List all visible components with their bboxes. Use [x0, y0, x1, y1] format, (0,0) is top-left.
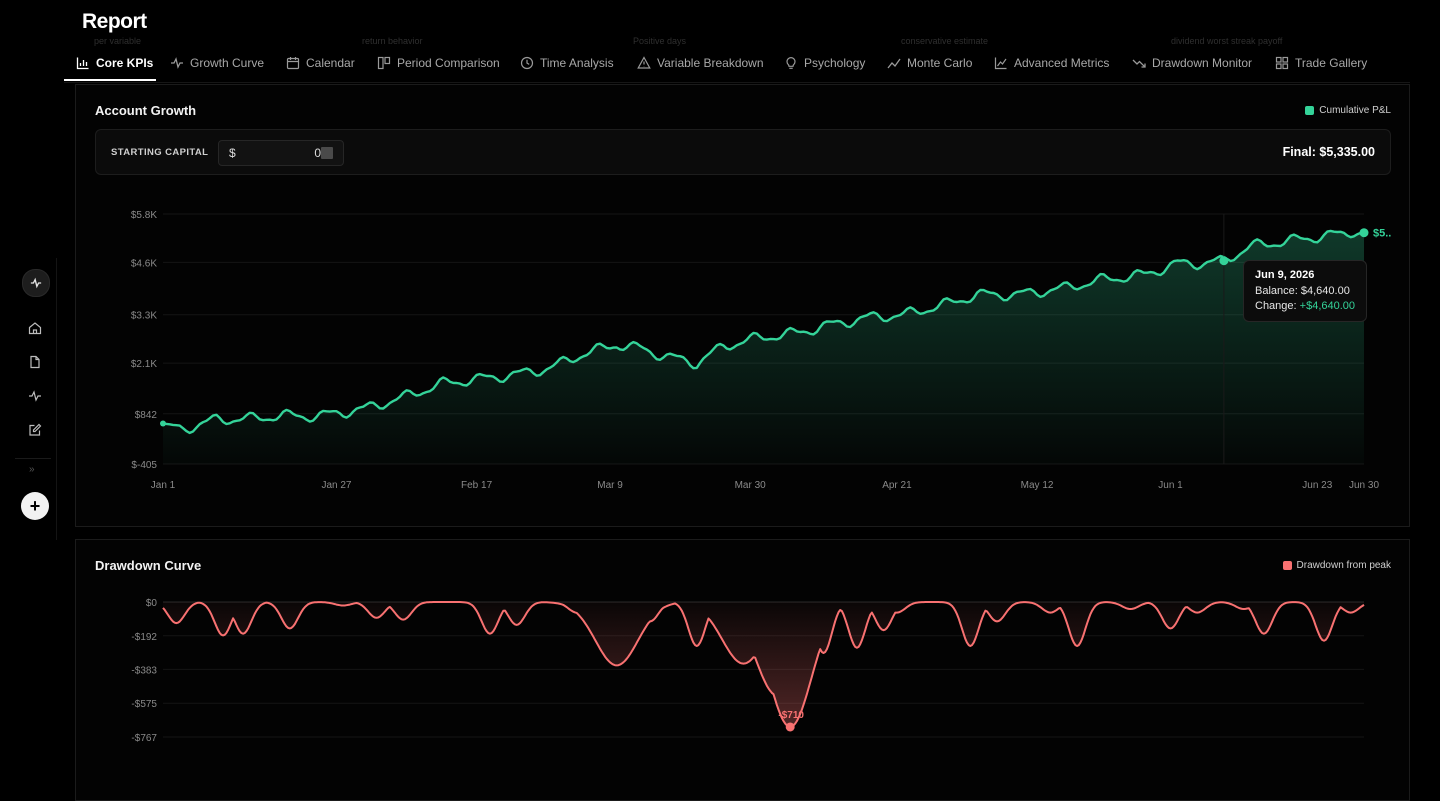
area-chart-icon [994, 56, 1008, 70]
drawdown-card: Drawdown Curve Drawdown from peak [75, 539, 1410, 801]
chart-legend: Cumulative P&L [1305, 105, 1391, 116]
final-balance: Final: $5,335.00 [1282, 145, 1375, 159]
tab-label: Psychology [804, 56, 866, 70]
tab-label: Monte Carlo [907, 56, 973, 70]
starting-capital-label: STARTING CAPITAL [111, 147, 209, 158]
sidebar-rail: » + [10, 258, 57, 540]
tab-calendar[interactable]: Calendar [286, 46, 355, 80]
active-tab-indicator [64, 79, 156, 81]
tab-label: Variable Breakdown [657, 56, 764, 70]
calendar-icon [286, 56, 300, 70]
tab-label: Advanced Metrics [1014, 56, 1110, 70]
legend-label: Drawdown from peak [1296, 560, 1391, 571]
tooltip-change-value: +$4,640.00 [1299, 300, 1356, 312]
bar-chart-icon [76, 56, 90, 70]
sidebar-activity-link[interactable] [27, 388, 43, 404]
card-title: Account Growth [95, 103, 197, 118]
tab-advanced-metrics[interactable]: Advanced Metrics [994, 46, 1109, 80]
currency-symbol: $ [229, 146, 236, 160]
tab-core-kpis[interactable]: Core KPIs [64, 46, 156, 81]
tooltip-balance-label: Balance: [1255, 285, 1298, 297]
legend-swatch [1305, 106, 1315, 115]
activity-icon [28, 389, 42, 403]
tab-variable-breakdown[interactable]: Variable Breakdown [637, 46, 764, 80]
sidebar-activity-button[interactable] [22, 269, 50, 297]
number-spinner[interactable] [321, 147, 333, 159]
sidebar-edit-button[interactable] [27, 422, 43, 438]
tooltip-change: Change: +$4,640.00 [1255, 300, 1355, 312]
tab-description: dividend worst streak payoff [1171, 36, 1283, 46]
line-chart-icon [887, 56, 901, 70]
tooltip-change-label: Change: [1255, 300, 1297, 312]
home-icon [28, 321, 42, 335]
activity-icon [170, 56, 184, 70]
tab-bar: Core KPIs Growth Curve Calendar Period C… [64, 46, 1410, 83]
alert-triangle-icon [637, 56, 651, 70]
add-button[interactable]: + [21, 492, 49, 520]
sidebar-file-button[interactable] [27, 354, 43, 370]
edit-icon [28, 423, 42, 437]
tab-period-comparison[interactable]: Period Comparison [377, 46, 500, 80]
tab-label: Period Comparison [397, 56, 500, 70]
sidebar-divider [15, 458, 51, 459]
starting-capital-value: 0 [314, 146, 321, 160]
tooltip-balance: Balance: $4,640.00 [1255, 285, 1350, 297]
legend-swatch [1282, 561, 1292, 570]
account-growth-card: Account Growth Cumulative P&L STARTING C… [75, 84, 1410, 527]
trending-down-icon [1132, 56, 1146, 70]
activity-icon [30, 277, 42, 289]
grid-icon [1275, 56, 1289, 70]
sidebar-expand-button[interactable]: » [29, 464, 35, 475]
tab-trade-gallery[interactable]: Trade Gallery [1275, 46, 1367, 80]
tab-time-analysis[interactable]: Time Analysis [520, 46, 614, 80]
tab-growth-curve[interactable]: Growth Curve [170, 46, 264, 80]
legend-label: Cumulative P&L [1319, 105, 1391, 116]
chart-tooltip: Jun 9, 2026 Balance: $4,640.00 Change: +… [1243, 260, 1367, 322]
columns-icon [377, 56, 391, 70]
card-title: Drawdown Curve [95, 558, 202, 573]
tab-label: Drawdown Monitor [1152, 56, 1253, 70]
tab-description: per variable [94, 36, 142, 46]
tab-psychology[interactable]: Psychology [784, 46, 865, 80]
tab-drawdown-monitor[interactable]: Drawdown Monitor [1132, 46, 1252, 80]
starting-capital-bar: STARTING CAPITAL $ 0 Final: $5,335.00 [95, 129, 1391, 175]
tooltip-balance-value: $4,640.00 [1300, 285, 1350, 297]
tab-description: Positive days [633, 36, 687, 46]
tab-label: Growth Curve [190, 56, 265, 70]
tab-description: return behavior [362, 36, 423, 46]
tab-label: Calendar [306, 56, 355, 70]
clock-icon [520, 56, 534, 70]
tab-description: conservative estimate [901, 36, 989, 46]
tooltip-date: Jun 9, 2026 [1255, 269, 1315, 281]
file-icon [28, 355, 42, 369]
page-title: Report [82, 10, 147, 33]
tab-label: Trade Gallery [1295, 56, 1368, 70]
starting-capital-input[interactable]: $ 0 [218, 140, 344, 166]
tab-monte-carlo[interactable]: Monte Carlo [887, 46, 972, 80]
sidebar-home-button[interactable] [27, 320, 43, 336]
tab-label: Core KPIs [96, 56, 154, 70]
chart-legend: Drawdown from peak [1282, 560, 1391, 571]
lightbulb-icon [784, 56, 798, 70]
tab-label: Time Analysis [540, 56, 614, 70]
